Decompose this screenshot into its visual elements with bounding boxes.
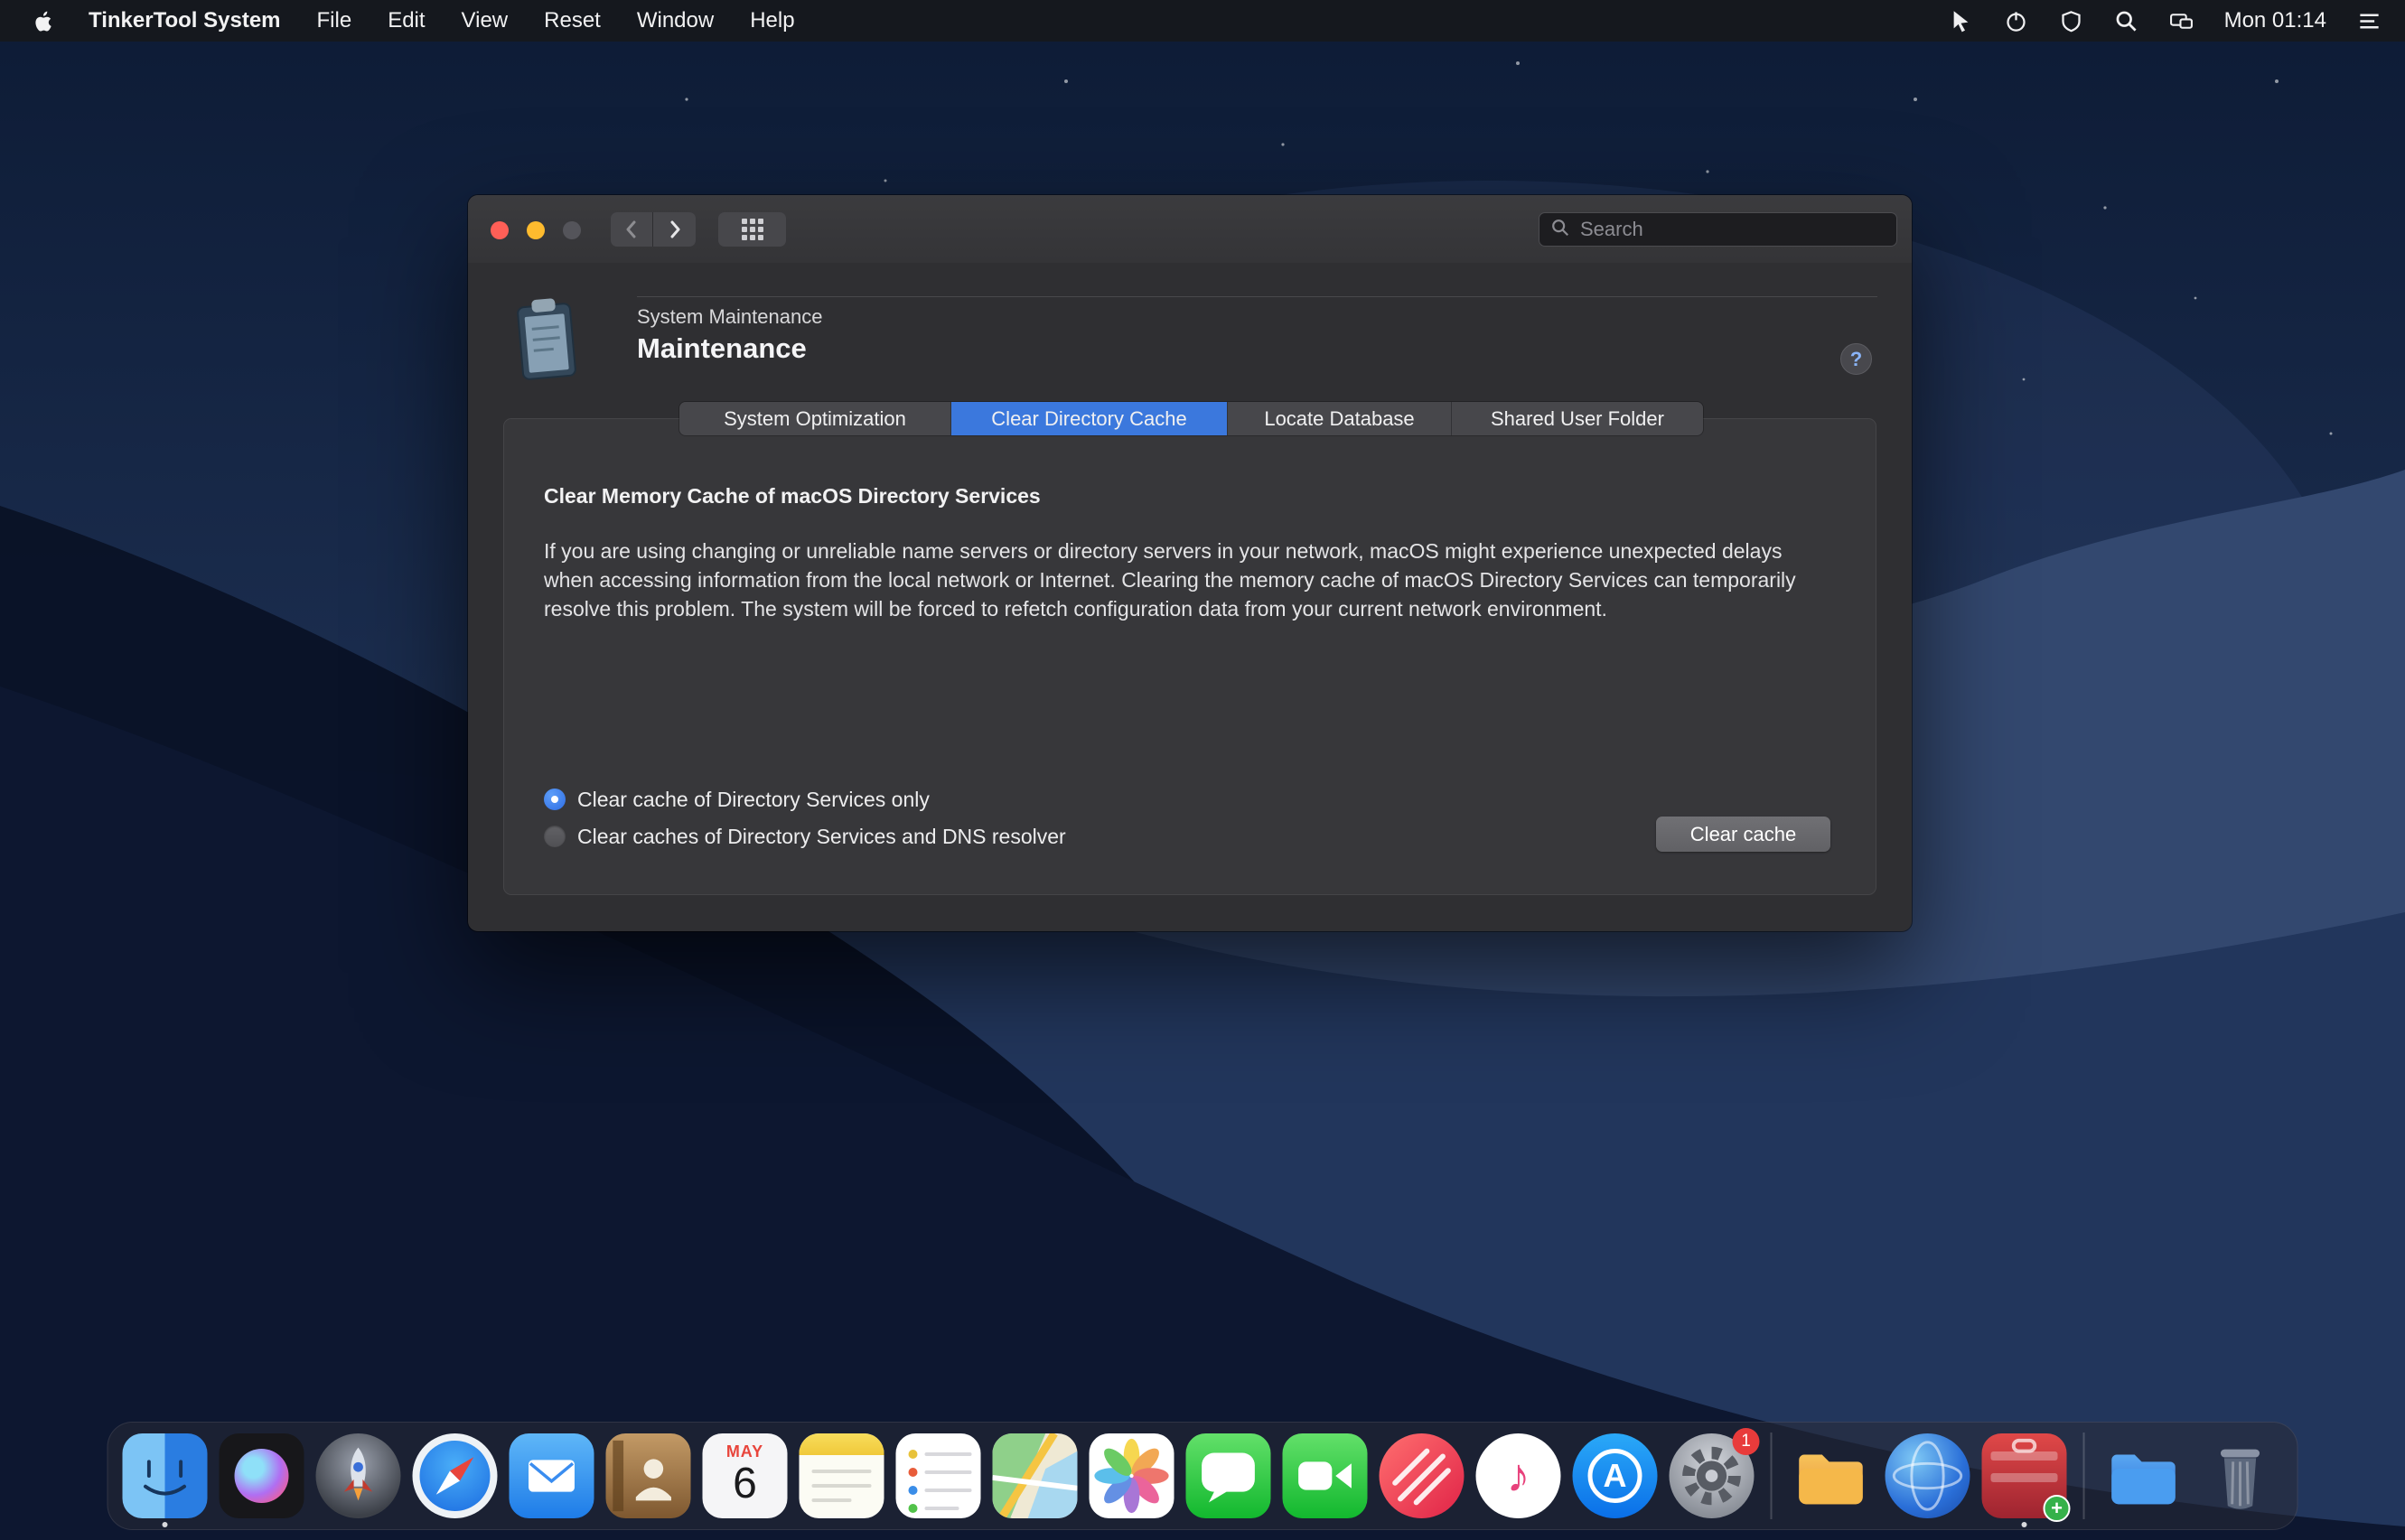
maps-icon[interactable] [993,1433,1078,1518]
back-button[interactable] [611,212,653,247]
forward-button[interactable] [653,212,696,247]
menu-help[interactable]: Help [750,8,794,33]
radio-label: Clear cache of Directory Services only [577,788,930,812]
header-divider [637,296,1877,297]
app-store-ring: A [1588,1449,1642,1503]
calendar-icon[interactable]: MAY 6 [703,1433,788,1518]
pane-content-box: Clear Memory Cache of macOS Directory Se… [503,418,1876,895]
news-icon[interactable] [1380,1433,1465,1518]
help-button[interactable]: ? [1840,343,1872,375]
menu-edit[interactable]: Edit [388,8,425,33]
network-globe-icon[interactable] [1886,1433,1970,1518]
messages-icon[interactable] [1186,1433,1271,1518]
app-store-icon[interactable]: A [1573,1433,1658,1518]
maintenance-pane-icon [508,296,585,387]
contacts-icon[interactable] [606,1433,691,1518]
radio-option-ds-only[interactable]: Clear cache of Directory Services only [544,786,930,813]
menu-window[interactable]: Window [637,8,714,33]
history-nav [611,212,696,247]
mail-icon[interactable] [510,1433,594,1518]
apple-menu-icon[interactable] [31,7,52,34]
shield-icon[interactable] [2059,9,2083,33]
pane-subtitle: System Maintenance [637,305,822,329]
running-indicator [163,1522,168,1527]
tinkertool-window: System Maintenance Maintenance ? System … [468,195,1912,931]
tab-clear-directory-cache[interactable]: Clear Directory Cache [951,402,1228,435]
section-body-text: If you are using changing or unreliable … [544,537,1807,623]
menu-reset[interactable]: Reset [544,8,601,33]
display-icon[interactable] [2169,9,2194,33]
tab-shared-user-folder[interactable]: Shared User Folder [1452,402,1703,435]
tab-system-optimization[interactable]: System Optimization [679,402,951,435]
photos-icon[interactable] [1090,1433,1174,1518]
safari-icon[interactable] [413,1433,498,1518]
spotlight-icon[interactable] [2114,9,2138,33]
cursor-icon[interactable] [1949,9,1973,33]
section-heading: Clear Memory Cache of macOS Directory Se… [544,484,1041,509]
menubar-clock[interactable]: Mon 01:14 [2224,8,2326,33]
clear-cache-button[interactable]: Clear cache [1656,817,1830,852]
calendar-day: 6 [703,1459,788,1508]
pane-title: Maintenance [637,332,807,365]
notes-top-strip [800,1433,884,1455]
dock: MAY 6 [108,1422,2298,1530]
launchpad-icon[interactable] [316,1433,401,1518]
downloads-folder-icon[interactable] [2101,1433,2186,1518]
green-plus-badge: + [2044,1495,2071,1522]
itunes-icon[interactable]: ♪ [1476,1433,1561,1518]
music-note-glyph: ♪ [1507,1433,1530,1518]
app-store-letter: A [1604,1457,1627,1495]
search-input[interactable] [1578,217,1886,242]
radio-label: Clear caches of Directory Services and D… [577,825,1066,849]
menu-bar: TinkerTool System File Edit View Reset W… [0,0,2405,42]
dock-separator [1771,1433,1773,1519]
system-preferences-icon[interactable]: 1 [1670,1433,1755,1518]
radio-option-ds-and-dns[interactable]: Clear caches of Directory Services and D… [544,823,1066,850]
running-indicator [2022,1522,2027,1527]
traffic-lights [491,221,581,239]
trash-icon[interactable] [2198,1433,2283,1518]
list-icon[interactable] [2357,9,2382,33]
update-badge: 1 [1733,1428,1760,1455]
facetime-icon[interactable] [1283,1433,1368,1518]
dock-separator [2083,1433,2085,1519]
finder-icon[interactable] [123,1433,208,1518]
notes-icon[interactable] [800,1433,884,1518]
radio-button-selected[interactable] [544,789,566,810]
siri-orb [235,1449,289,1503]
menu-view[interactable]: View [462,8,509,33]
search-icon [1550,218,1570,242]
zoom-button[interactable] [563,221,581,239]
tab-bar: System Optimization Clear Directory Cach… [679,402,1703,435]
folder-orange-icon[interactable] [1789,1433,1874,1518]
menu-file[interactable]: File [317,8,352,33]
siri-icon[interactable] [220,1433,304,1518]
tinkertool-system-icon[interactable]: + [1982,1433,2067,1518]
radio-button-unselected[interactable] [544,826,566,847]
close-button[interactable] [491,221,509,239]
tab-locate-database[interactable]: Locate Database [1228,402,1452,435]
power-circle-icon[interactable] [2004,9,2028,33]
toolbar-search[interactable] [1539,212,1897,247]
menubar-app-name[interactable]: TinkerTool System [89,8,281,33]
show-all-panes-button[interactable] [718,212,786,247]
reminders-icon[interactable] [896,1433,981,1518]
minimize-button[interactable] [527,221,545,239]
